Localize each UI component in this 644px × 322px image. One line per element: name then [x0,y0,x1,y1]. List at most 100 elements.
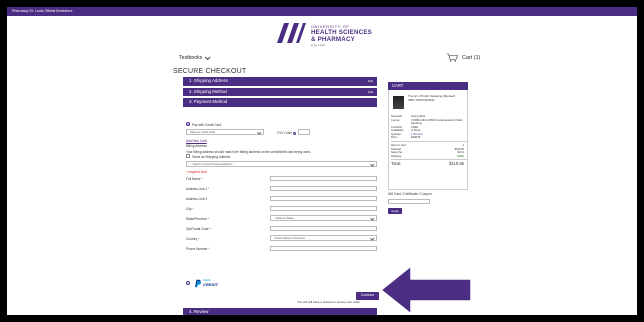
gift-card-input[interactable] [388,199,430,204]
city-label: City * [186,207,194,211]
step-label: 4. Review [189,309,209,314]
cvv-label: CVV Code ? [277,131,296,135]
required-marker: * [201,176,203,181]
cart-summary-body: The Art of Public Speaking (Revised) ISB… [388,90,468,190]
city-label-text: City [186,206,192,211]
continue-button[interactable]: Continue [356,292,379,300]
total-label: Total: [391,161,402,166]
shipping-label: Shipping: [391,154,402,158]
billing-address-heading: Billing Address [186,144,207,148]
state-select-value: --Select a State-- [274,216,296,220]
pointer-arrow-icon [380,265,472,315]
paypal-icon [195,279,202,288]
previous-address-select-value: -- Select to Use Previous Address -- [190,162,235,166]
help-icon[interactable]: ? [292,131,296,135]
cart-summary-panel: CART The Art of Public Speaking (Revised… [388,82,468,190]
logo-line-3: & PHARMACY [311,36,355,43]
country-label: Country * [186,237,199,241]
paypal-credit-wordmark: CREDIT [203,281,218,287]
same-as-shipping-label: Same as Shipping Address [192,154,231,159]
state-label-text: State/Province [186,216,207,221]
shipping-value: FREE [457,154,464,158]
divider [391,159,467,160]
store-topbar: Pharmacy-St. Louis Official Bookstore [7,7,637,16]
edit-shipping-method-link[interactable]: Edit [368,88,373,97]
required-marker: * [209,226,211,231]
required-marker: * [208,246,210,251]
full-name-label-text: Full Name [186,176,201,181]
phone-input[interactable] [270,245,377,251]
total-value: $110.86 [449,161,464,166]
cart-summary-header: CART [388,82,468,90]
city-input[interactable] [270,205,377,211]
cvv-label-text: CVV Code [277,130,293,135]
zip-input[interactable] [270,225,377,231]
billing-address-note: Your billing address should match the bi… [186,149,311,154]
previous-address-select[interactable]: -- Select to Use Previous Address -- [186,161,377,167]
step-label: 2. Shipping Method [189,88,227,94]
phone-label: Phone Number * [186,247,210,251]
address-line-2-input[interactable] [270,195,377,201]
logo-text: UNIVERSITY OF HEALTH SCIENCES & PHARMACY… [311,24,372,47]
country-select-value: United States of America [274,236,305,240]
course-label: Course: [391,118,401,122]
store-name[interactable]: Pharmacy-St. Louis Official Bookstore [12,9,72,13]
paypal-credit-radio[interactable] [186,281,190,285]
phone-label-text: Phone Number [186,246,208,251]
required-marker: * [207,216,209,221]
cart-icon [446,53,458,62]
edit-shipping-address-link[interactable]: Edit [368,77,373,86]
book-title[interactable]: The Art of Public Speaking (Revised) [408,94,455,98]
book-isbn: ISBN: 9780073523910 [408,99,435,102]
zip-label: Zip/Postal Code * [186,227,211,231]
credit-card-select-value: Select a Credit Card [190,130,216,134]
cvv-input[interactable] [298,129,310,135]
step-payment-method: 3. Payment Method [183,98,377,107]
required-marker: * [192,206,194,211]
full-name-input[interactable] [270,175,377,181]
step-label: 1. Shipping Address [189,78,229,83]
apply-button[interactable]: Apply [388,208,402,214]
pay-with-credit-card-radio[interactable] [186,122,190,126]
required-marker: * [198,236,200,241]
required-marker: * [208,186,210,191]
paypal-credit-logo[interactable]: PayPal CREDIT [193,279,219,288]
cart-link-label: Cart (1) [462,54,481,61]
logo-line-2: HEALTH SCIENCES [311,29,372,36]
step-shipping-address[interactable]: 1. Shipping Address Edit [183,77,377,86]
address-line-1-input[interactable] [270,185,377,191]
browser-viewport: Pharmacy-St. Louis Official Bookstore UN… [7,7,637,315]
logo-mark-icon [277,23,306,43]
state-label: State/Province * [186,217,209,221]
address-line-1-label: Address Line 1 * [186,187,209,191]
price-label: Price: [391,136,398,139]
address-line-2-label: Address Line 2 [186,196,208,201]
pay-with-credit-card-label: Pay with Credit Card [192,122,222,127]
required-field-note: * required field [186,170,207,174]
add-new-card-link[interactable]: Add New Card [186,139,207,143]
step-label: 3. Payment Method [189,99,228,104]
course-value: COMM-1130-1 FB00 Fundamentals in Public … [411,118,463,125]
logo-line-4: in St. Louis [311,43,325,47]
same-as-shipping-checkbox[interactable] [186,154,190,158]
page-title: SECURE CHECKOUT [173,68,247,75]
book-cover-image[interactable] [393,96,404,109]
university-logo[interactable]: UNIVERSITY OF HEALTH SCIENCES & PHARMACY… [274,21,384,47]
chevron-down-icon [205,54,211,61]
zip-label-text: Zip/Postal Code [186,226,209,231]
nav-textbooks-menu[interactable]: Textbooks [179,54,211,61]
cart-link[interactable]: Cart (1) [446,53,480,62]
credit-card-select[interactable]: Select a Credit Card [186,129,264,135]
state-select[interactable]: --Select a State-- [270,215,377,221]
full-name-label: Full Name * [186,177,203,181]
continue-note: You will still have a chance to review y… [297,300,361,304]
gift-card-label: Gift Card / Certificate / Coupon [388,192,432,196]
step-shipping-method[interactable]: 2. Shipping Method Edit [183,87,377,97]
country-label-text: Country [186,236,198,241]
step-review: 4. Review [183,308,377,315]
divider [391,141,467,142]
nav-textbooks-label: Textbooks [179,55,203,61]
price-value: $108.96 [411,136,421,139]
country-select[interactable]: United States of America [270,235,377,241]
address-line-1-label-text: Address Line 1 [186,186,208,191]
